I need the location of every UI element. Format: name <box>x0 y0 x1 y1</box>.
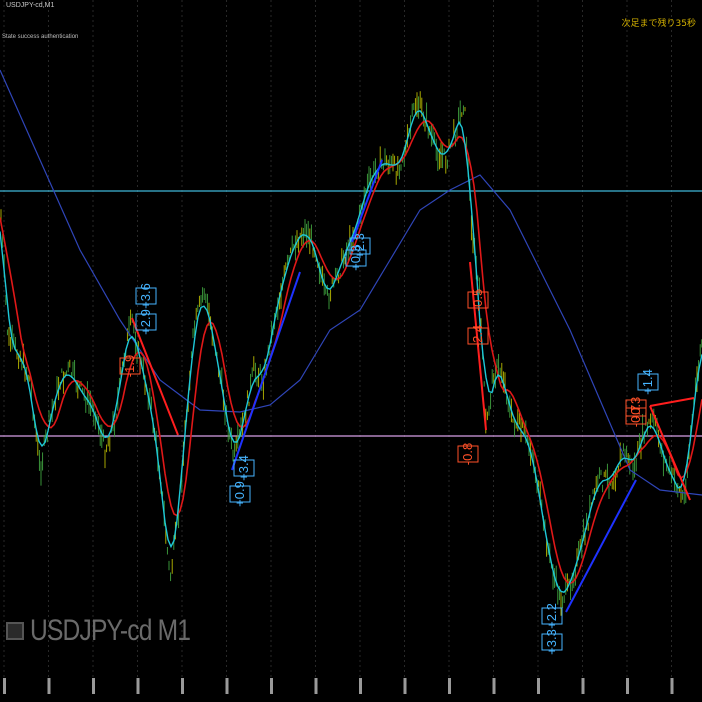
time-tick <box>626 678 629 694</box>
trade-tag-label: +3.4 <box>236 455 251 481</box>
time-axis-ticks <box>3 678 674 694</box>
time-tick <box>181 678 184 694</box>
trade-tag-label: +0.9 <box>232 481 247 507</box>
time-tick <box>448 678 451 694</box>
trade-tag-label: +1.4 <box>640 369 655 395</box>
trade-tag-label: -1.9 <box>122 355 137 377</box>
trade-tag-label: -0.8 <box>460 443 475 465</box>
time-tick <box>47 678 51 694</box>
time-tick <box>359 678 362 694</box>
time-tick <box>3 678 6 694</box>
next-bar-countdown: 次足まで残り35秒 <box>621 19 696 29</box>
price-candles <box>0 91 702 616</box>
symbol-watermark: USDJPY-cd M1 <box>6 612 225 650</box>
watermark-icon <box>6 622 24 640</box>
trade-tag-label: +3.6 <box>138 283 153 309</box>
trade-trend-lines <box>131 159 695 613</box>
trade-tag-label: +0.3 <box>348 245 363 271</box>
trend-line <box>649 397 695 407</box>
time-tick <box>670 678 674 694</box>
long-moving-average <box>0 69 702 496</box>
time-tick <box>314 678 318 694</box>
price-chart[interactable]: +3.6+2.9-1.9+3.4+0.9+2.3+0.3-0.5-2.4-0.8… <box>0 0 702 702</box>
trade-tag-label: +2.9 <box>138 309 153 335</box>
watermark-text: USDJPY-cd M1 <box>30 614 191 647</box>
trade-tag-label: -0.7 <box>628 405 643 427</box>
time-tick <box>270 678 273 694</box>
trade-tag-label: +2.2 <box>544 603 559 629</box>
time-tick <box>537 678 540 694</box>
time-tick <box>225 678 229 694</box>
time-tick <box>492 678 496 694</box>
time-tick <box>581 678 585 694</box>
fast-moving-average <box>0 109 702 593</box>
trade-tag-label: +3.3 <box>544 629 559 655</box>
time-tick <box>92 678 95 694</box>
trade-tag-label: -0.5 <box>470 289 485 311</box>
chart-symbol-label: USDJPY-cd,M1 <box>6 2 55 9</box>
trend-line <box>351 159 383 243</box>
trade-tag-label: -2.4 <box>470 325 485 347</box>
time-tick <box>136 678 140 694</box>
slow-moving-average <box>0 119 702 585</box>
trend-line <box>649 405 691 501</box>
time-tick <box>403 678 407 694</box>
auth-status-text: State success authentication <box>2 34 79 40</box>
trend-line <box>231 271 301 471</box>
